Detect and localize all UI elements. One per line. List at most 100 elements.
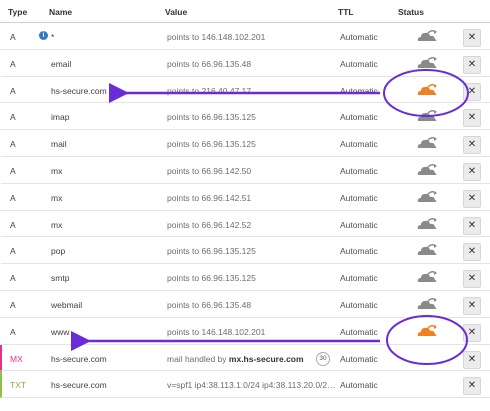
record-name[interactable]: * <box>51 32 54 42</box>
cloud-proxied-icon[interactable] <box>415 82 439 98</box>
priority-badge[interactable]: 30 <box>316 351 330 366</box>
delete-record-button[interactable]: ✕ <box>463 162 481 181</box>
record-type: MX <box>10 353 23 364</box>
record-value[interactable]: points to 66.96.135.125 <box>167 246 256 256</box>
record-ttl[interactable]: Automatic <box>340 112 378 122</box>
cloud-dns-only-icon[interactable] <box>415 135 439 151</box>
record-name[interactable]: pop <box>51 246 65 256</box>
delete-record-button[interactable]: ✕ <box>463 377 481 396</box>
record-value-prefix: mail handled by <box>167 353 229 364</box>
delete-record-button[interactable]: ✕ <box>463 216 481 235</box>
record-name[interactable]: mail <box>51 139 67 149</box>
record-type: A <box>10 246 16 257</box>
record-name[interactable]: hs-secure.com <box>51 354 107 364</box>
cloud-dns-only-icon[interactable] <box>415 55 439 71</box>
record-name[interactable]: mx <box>51 166 62 176</box>
info-icon[interactable]: i <box>39 31 48 40</box>
table-row[interactable]: MX hs-secure.com mail handled by mx.hs-sec… <box>0 344 490 372</box>
cloud-proxied-icon[interactable] <box>415 323 439 339</box>
column-name[interactable]: Name <box>49 7 72 17</box>
cloud-dns-only-icon[interactable] <box>415 189 439 205</box>
table-row[interactable]: TXT hs-secure.com v=spf1 ip4:38.113.1.0/24… <box>0 371 490 399</box>
delete-record-button[interactable]: ✕ <box>463 82 481 101</box>
delete-record-button[interactable]: ✕ <box>463 323 481 342</box>
record-ttl[interactable]: Automatic <box>340 246 378 256</box>
table-row[interactable]: Ahs-secure.com points to 216.40.47.17 Auto… <box>0 77 490 104</box>
record-name[interactable]: email <box>51 59 71 69</box>
record-type: A <box>10 165 16 176</box>
delete-record-button[interactable]: ✕ <box>463 109 481 128</box>
table-row[interactable]: Ai * points to 146.148.102.201 Automatic ✕ <box>0 23 490 50</box>
record-type: A <box>10 219 16 230</box>
delete-record-button[interactable]: ✕ <box>463 29 481 47</box>
record-ttl[interactable]: Automatic <box>340 327 378 337</box>
record-ttl[interactable]: Automatic <box>340 273 378 283</box>
record-ttl[interactable]: Automatic <box>340 354 378 364</box>
record-value[interactable]: points to 66.96.142.50 <box>167 166 251 176</box>
record-value[interactable]: points to 66.96.135.125 <box>167 273 256 283</box>
cloud-dns-only-icon[interactable] <box>415 269 439 285</box>
table-row[interactable]: Aemail points to 66.96.135.48 Automatic ✕ <box>0 50 490 77</box>
cloud-dns-only-icon[interactable] <box>415 28 439 44</box>
table-row[interactable]: Asmtp points to 66.96.135.125 Automatic ✕ <box>0 264 490 291</box>
column-status: Status <box>398 7 424 17</box>
column-value[interactable]: Value <box>165 7 187 17</box>
record-ttl[interactable]: Automatic <box>340 300 378 310</box>
record-value[interactable]: points to 146.148.102.201 <box>167 32 265 42</box>
delete-record-button[interactable]: ✕ <box>463 55 481 74</box>
record-ttl[interactable]: Automatic <box>340 139 378 149</box>
table-row[interactable]: Amail points to 66.96.135.125 Automatic ✕ <box>0 130 490 157</box>
record-name[interactable]: mx <box>51 193 62 203</box>
delete-record-button[interactable]: ✕ <box>463 270 481 289</box>
record-value[interactable]: points to 66.96.135.125 <box>167 139 256 149</box>
record-value[interactable]: points to 66.96.142.51 <box>167 193 251 203</box>
record-type: A <box>10 32 16 42</box>
record-name[interactable]: hs-secure.com <box>51 86 107 96</box>
table-row[interactable]: Aimap points to 66.96.135.125 Automatic ✕ <box>0 103 490 131</box>
table-row[interactable]: Amx points to 66.96.142.52 Automatic ✕ <box>0 211 490 238</box>
record-ttl[interactable]: Automatic <box>340 380 378 390</box>
record-name[interactable]: smtp <box>51 273 69 283</box>
table-row[interactable]: Apop points to 66.96.135.125 Automatic ✕ <box>0 237 490 265</box>
table-row[interactable]: Awebmail points to 66.96.135.48 Automatic ✕ <box>0 291 490 318</box>
record-ttl[interactable]: Automatic <box>340 193 378 203</box>
record-type: A <box>10 299 16 310</box>
record-name[interactable]: mx <box>51 220 62 230</box>
record-type: A <box>10 139 16 150</box>
table-row[interactable]: Amx points to 66.96.142.50 Automatic ✕ <box>0 157 490 184</box>
record-ttl[interactable]: Automatic <box>340 86 378 96</box>
record-value[interactable]: mail handled by mx.hs-secure.com <box>167 354 304 364</box>
record-name[interactable]: webmail <box>51 300 82 310</box>
cloud-dns-only-icon[interactable] <box>415 216 439 232</box>
record-value[interactable]: points to 216.40.47.17 <box>167 86 251 96</box>
table-row[interactable]: Amx points to 66.96.142.51 Automatic ✕ <box>0 184 490 211</box>
record-value[interactable]: points to 66.96.142.52 <box>167 220 251 230</box>
record-ttl[interactable]: Automatic <box>340 32 378 42</box>
table-row[interactable]: Awww points to 146.148.102.201 Automatic ✕ <box>0 318 490 345</box>
cloud-dns-only-icon[interactable] <box>415 162 439 178</box>
delete-record-button[interactable]: ✕ <box>463 136 481 155</box>
cloud-dns-only-icon[interactable] <box>415 242 439 258</box>
record-name[interactable]: imap <box>51 112 69 122</box>
column-ttl[interactable]: TTL <box>338 7 354 17</box>
cloud-dns-only-icon[interactable] <box>415 108 439 124</box>
record-name[interactable]: www <box>51 327 69 337</box>
dns-records-table: Type Name Value TTL Status Ai * points to … <box>0 0 490 399</box>
record-ttl[interactable]: Automatic <box>340 220 378 230</box>
record-ttl[interactable]: Automatic <box>340 166 378 176</box>
delete-record-button[interactable]: ✕ <box>463 350 481 369</box>
column-type[interactable]: Type <box>8 7 27 17</box>
record-type: A <box>10 85 16 96</box>
delete-record-button[interactable]: ✕ <box>463 189 481 208</box>
record-value[interactable]: v=spf1 ip4:38.113.1.0/24 ip4:38.113.20.0… <box>167 380 337 390</box>
record-name[interactable]: hs-secure.com <box>51 380 107 390</box>
record-type: A <box>10 273 16 284</box>
delete-record-button[interactable]: ✕ <box>463 243 481 262</box>
record-ttl[interactable]: Automatic <box>340 59 378 69</box>
record-value[interactable]: points to 66.96.135.125 <box>167 112 256 122</box>
cloud-dns-only-icon[interactable] <box>415 296 439 312</box>
record-value[interactable]: points to 66.96.135.48 <box>167 59 251 69</box>
record-value[interactable]: points to 66.96.135.48 <box>167 300 251 310</box>
record-value[interactable]: points to 146.148.102.201 <box>167 327 265 337</box>
delete-record-button[interactable]: ✕ <box>463 296 481 315</box>
